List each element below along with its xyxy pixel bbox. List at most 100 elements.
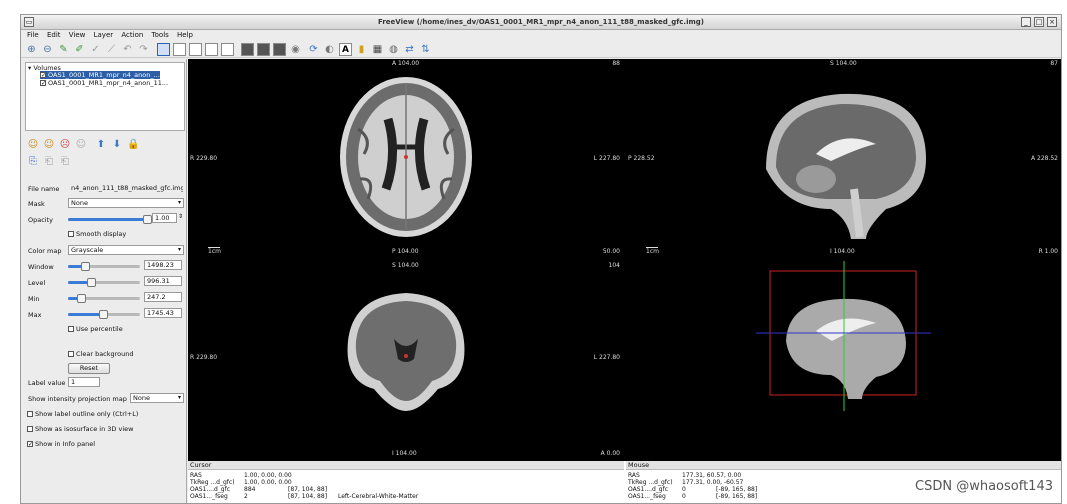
show-info-checkbox[interactable]: ✓ Show in Info panel [27,440,95,448]
layer-tree[interactable]: ▾ Volumes ✓ OAS1_0001_MR1_mpr_n4_anon_...… [25,62,185,131]
layout-1-3-icon[interactable] [189,43,202,56]
clear-background-box[interactable] [68,351,74,357]
3d-view-icon[interactable]: ◉ [289,43,302,56]
new-volume-icon[interactable]: ☺ [27,139,39,151]
roi-edit-icon[interactable]: ✓ [89,43,102,56]
min-slider[interactable] [68,294,140,303]
undo-icon[interactable]: ↶ [121,43,134,56]
sagittal-view-icon[interactable] [241,43,254,56]
move-down-icon[interactable]: ⬇ [111,139,123,151]
load-volume-icon[interactable]: ☺ [43,139,55,151]
min-input[interactable]: 247.2 [144,292,182,302]
axial-view[interactable]: A 104.00 88 R 229.80 L 227.80 P 104.00 5… [188,59,624,259]
clear-background-checkbox[interactable]: Clear background [68,350,134,358]
reset-button[interactable]: Reset [68,363,110,374]
cursor-style-icon[interactable]: ◍ [387,43,400,56]
layer-item-1[interactable]: ✓ OAS1_0001_MR1_mpr_n4_anon_... [40,71,160,79]
smooth-display-label: Smooth display [76,230,127,238]
layer-item-2[interactable]: ✓ OAS1_0001_MR1_mpr_n4_anon_11... [40,79,168,87]
use-percentile-box[interactable] [68,326,74,332]
layout-2x2-icon[interactable] [173,43,186,56]
layout-1-3-horizontal-icon[interactable] [205,43,218,56]
layer-2-label: OAS1_0001_MR1_mpr_n4_anon_11... [48,79,169,87]
max-slider-knob[interactable] [99,310,108,319]
save-volume-icon[interactable]: ☺ [75,139,87,151]
menu-view[interactable]: View [69,30,86,41]
measure-tool-icon[interactable]: ⊖ [41,43,54,56]
menu-help[interactable]: Help [177,30,193,41]
cursor-row-value: 884 [244,486,256,493]
opacity-input[interactable]: 1.00 [152,213,177,223]
transform-icon[interactable]: ⇅ [419,43,432,56]
mask-select[interactable]: None [68,198,184,208]
coordinate-icon[interactable]: ▦ [371,43,384,56]
coronal-coord-label: A 0.00 [600,450,620,457]
coronal-view[interactable]: S 104.00 104 R 229.80 L 227.80 I 104.00 … [188,261,624,461]
menu-tools[interactable]: Tools [152,30,169,41]
menu-layer[interactable]: Layer [94,30,114,41]
label-outline-checkbox[interactable]: Show label outline only (Ctrl+L) [27,410,138,418]
label-value-input[interactable]: 1 [68,377,100,387]
window-input[interactable]: 1498.23 [144,260,182,270]
recon-edit-icon[interactable]: ✐ [73,43,86,56]
window-title: FreeView (/home/ines_dv/OAS1_0001_MR1_mp… [378,18,704,26]
smooth-display-checkbox[interactable]: Smooth display [68,230,126,238]
close-button[interactable]: × [1047,17,1057,27]
sagittal-view[interactable]: S 104.00 87 P 228.52 A 228.52 I 104.00 R… [626,59,1061,259]
opacity-slider-knob[interactable] [143,215,152,224]
reset-view-icon[interactable]: ⟳ [307,43,320,56]
layer-2-checkbox[interactable]: ✓ [40,80,46,87]
toggle-annotation-icon[interactable]: A [339,43,352,56]
level-slider[interactable] [68,278,140,287]
level-slider-knob[interactable] [86,278,96,287]
move-up-icon[interactable]: ⬆ [95,139,107,151]
window-slider[interactable] [68,262,140,271]
axial-view-icon[interactable] [273,43,286,56]
navigate-tool-icon[interactable]: ⊕ [25,43,38,56]
label-outline-label: Show label outline only (Ctrl+L) [35,410,139,418]
use-percentile-checkbox[interactable]: Use percentile [68,325,123,333]
cursor-row-name: RAS [190,472,202,479]
3d-view[interactable] [626,261,1061,461]
cursor-row-value: 2 [244,493,248,500]
menu-action[interactable]: Action [121,30,143,41]
menu-edit[interactable]: Edit [47,30,61,41]
layer-1-checkbox[interactable]: ✓ [40,72,46,79]
projection-map-select[interactable]: None [130,393,184,403]
minimize-button[interactable]: _ [1021,17,1031,27]
min-slider-knob[interactable] [77,294,87,303]
cursor-row-value: 1.00, 0.00, 0.00 [244,479,292,486]
layout-1x1-icon[interactable] [157,43,170,56]
axial-zoom-label: 50.00 [602,248,620,255]
menu-file[interactable]: File [27,30,39,41]
window-slider-knob[interactable] [81,262,90,271]
maximize-button[interactable]: □ [1034,17,1044,27]
paste-setting-icon[interactable]: ⎗ [43,156,55,168]
isosurface-checkbox[interactable]: Show as isosurface in 3D view [27,425,133,433]
redo-icon[interactable]: ↷ [137,43,150,56]
max-input[interactable]: 1745.43 [144,308,182,318]
paste-all-icon[interactable]: ⎗ [59,156,71,168]
opacity-spin-icon[interactable]: ⇕ [178,213,183,220]
sagittal-coord-label: R 1.00 [1038,248,1058,255]
smooth-display-box[interactable] [68,231,74,237]
level-input[interactable]: 996.31 [144,276,182,286]
isosurface-box[interactable] [27,426,33,432]
point-set-edit-icon[interactable]: ⟋ [105,43,118,56]
mouse-row-name: OAS1..._fseg [628,493,666,500]
copy-setting-icon[interactable]: ⎘ [27,156,39,168]
layout-split-icon[interactable] [221,43,234,56]
opacity-slider[interactable] [68,215,152,224]
show-info-box[interactable]: ✓ [27,441,33,448]
layer-1-label: OAS1_0001_MR1_mpr_n4_anon_... [48,71,160,79]
color-bar-icon[interactable]: ▮ [355,43,368,56]
color-map-select[interactable]: Grayscale [68,245,184,255]
toggle-surface-icon[interactable]: ◐ [323,43,336,56]
voxel-edit-icon[interactable]: ✎ [57,43,70,56]
sync-icon[interactable]: ⇄ [403,43,416,56]
lock-icon[interactable]: 🔒 [127,139,139,151]
label-outline-box[interactable] [27,411,33,417]
close-volume-icon[interactable]: ☹ [59,139,71,151]
coronal-view-icon[interactable] [257,43,270,56]
max-slider[interactable] [68,310,140,319]
